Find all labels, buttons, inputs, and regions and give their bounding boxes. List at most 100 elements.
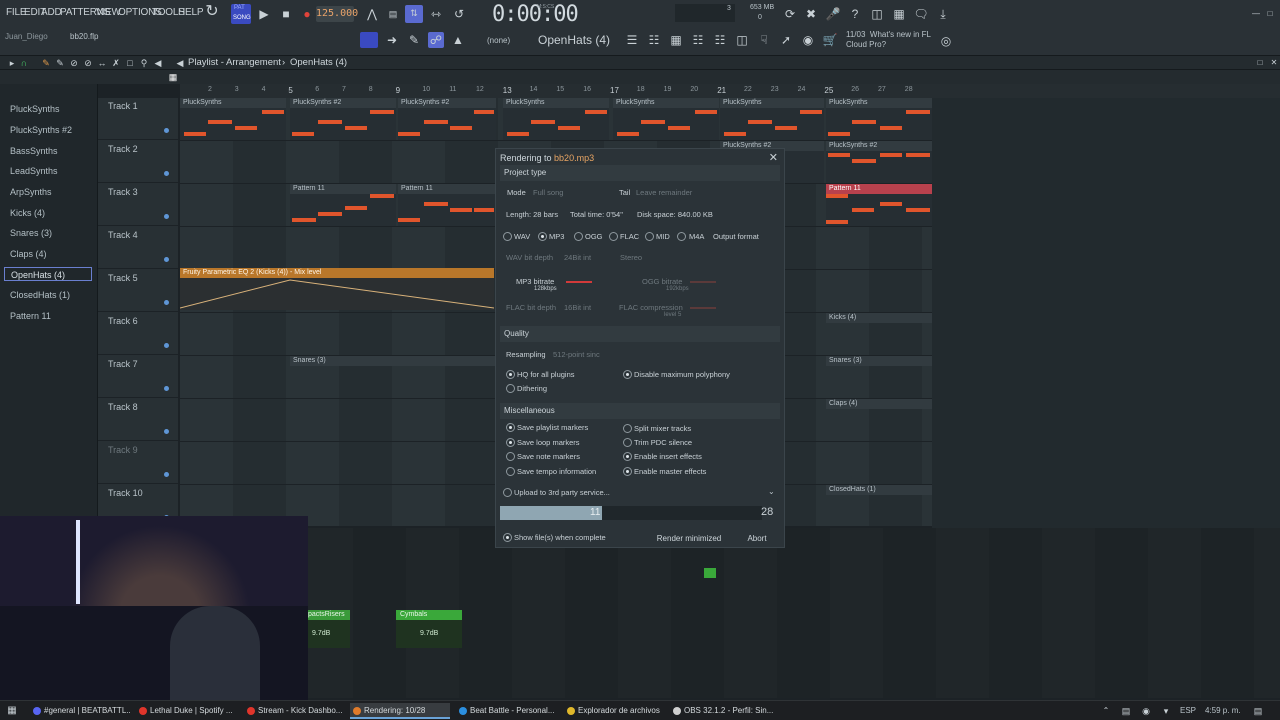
chevron-up-icon[interactable]: ⌃ bbox=[1098, 703, 1114, 719]
upload-checkbox[interactable] bbox=[503, 488, 512, 497]
wait-input-icon[interactable]: ▤ bbox=[385, 6, 401, 22]
download-icon[interactable]: ⤓ bbox=[935, 6, 951, 22]
cart-icon[interactable]: 🛒 bbox=[822, 32, 838, 48]
track-header[interactable]: Track 5 bbox=[98, 270, 178, 312]
track-header[interactable]: Track 4 bbox=[98, 227, 178, 269]
clip-plucksynths[interactable]: PluckSynths bbox=[720, 98, 824, 140]
browser-icon[interactable]: ☷ bbox=[690, 32, 706, 48]
piano-roll-icon[interactable]: ▦ bbox=[668, 32, 684, 48]
format-radio-flac[interactable] bbox=[609, 232, 618, 241]
language-indicator[interactable]: ESP bbox=[1180, 706, 1196, 715]
clip-plucksynths[interactable]: PluckSynths bbox=[503, 98, 609, 140]
windows-start-icon[interactable]: ▦ bbox=[4, 703, 20, 719]
pattern-selector[interactable]: OpenHats (4) bbox=[538, 33, 610, 47]
microphone-icon[interactable]: 🎤 bbox=[825, 6, 841, 22]
grid-icon[interactable]: ▦ bbox=[165, 69, 181, 85]
snap-selector[interactable]: (none) bbox=[487, 36, 510, 45]
format-radio-wav[interactable] bbox=[503, 232, 512, 241]
pattern-item[interactable]: ArpSynths bbox=[4, 185, 92, 199]
clip-plucksynths-2[interactable]: PluckSynths #2 bbox=[826, 141, 932, 183]
taskbar-item[interactable]: Explorador de archivos bbox=[564, 703, 664, 719]
pattern-item[interactable]: PluckSynths #2 bbox=[4, 123, 92, 137]
magnet-icon[interactable]: ∩ bbox=[16, 55, 32, 71]
clip-cymbals-body[interactable]: 9.7dB bbox=[396, 620, 462, 648]
clip-claps[interactable]: Claps (4) bbox=[826, 399, 932, 411]
format-radio-mp3[interactable] bbox=[538, 232, 547, 241]
wifi-icon[interactable]: ◉ bbox=[1138, 703, 1154, 719]
cursor-icon[interactable]: ➚ bbox=[778, 32, 794, 48]
pattern-item[interactable]: Claps (4) bbox=[4, 247, 92, 261]
save-note-markers-checkbox[interactable] bbox=[506, 452, 515, 461]
section-project-type[interactable]: Project type bbox=[500, 165, 780, 181]
link-icon[interactable]: ☍ bbox=[428, 32, 444, 48]
save-loop-markers-checkbox[interactable] bbox=[506, 438, 515, 447]
clip-pattern-11[interactable]: Pattern 11 bbox=[290, 184, 396, 226]
playlist-view-icon[interactable] bbox=[360, 32, 378, 48]
touch-icon[interactable]: ☟ bbox=[756, 32, 772, 48]
plugin-icon[interactable]: ▦ bbox=[891, 6, 907, 22]
chevron-down-icon[interactable]: ⌄ bbox=[768, 487, 775, 496]
globe-icon[interactable]: ◎ bbox=[938, 33, 954, 49]
clip-pattern-11-selected[interactable]: Pattern 11 bbox=[826, 184, 932, 226]
loop-recording-icon[interactable]: ↺ bbox=[451, 6, 467, 22]
blend-notes-icon[interactable]: ⇿ bbox=[428, 6, 444, 22]
pattern-item[interactable]: Pattern 11 bbox=[4, 309, 92, 323]
save-playlist-markers-checkbox[interactable] bbox=[506, 423, 515, 432]
clip-risers[interactable]: pactsRisers bbox=[306, 610, 350, 620]
headphone-icon[interactable]: ◉ bbox=[800, 32, 816, 48]
clip-plucksynths[interactable]: PluckSynths bbox=[826, 98, 932, 140]
clip-cymbals[interactable]: Cymbals bbox=[396, 610, 462, 620]
track-header[interactable]: Track 6 bbox=[98, 313, 178, 355]
pencil-icon[interactable]: ✎ bbox=[406, 32, 422, 48]
help-icon[interactable]: ? bbox=[847, 6, 863, 22]
playlist-close-icon[interactable]: ✕ bbox=[1266, 55, 1280, 71]
automation-clip-eq[interactable]: Fruity Parametric EQ 2 (Kicks (4)) - Mix… bbox=[180, 268, 494, 310]
clip-risers-body[interactable]: 9.7dB bbox=[306, 620, 350, 648]
play-icon[interactable]: ▶ bbox=[256, 6, 272, 22]
news-panel[interactable]: 11/03 What's new in FL Cloud Pro? bbox=[846, 30, 931, 50]
track-header[interactable]: Track 7 bbox=[98, 356, 178, 398]
format-radio-m4a[interactable] bbox=[677, 232, 686, 241]
track-header[interactable]: Track 3 bbox=[98, 184, 178, 226]
tail-select[interactable]: Leave remainder bbox=[636, 188, 692, 197]
restore-icon[interactable]: □ bbox=[1262, 6, 1278, 22]
show-files-checkbox[interactable] bbox=[503, 533, 512, 542]
wav-depth-select[interactable]: 24Bit int bbox=[564, 253, 591, 262]
clip-closedhats[interactable]: ClosedHats (1) bbox=[826, 485, 932, 497]
file-icon[interactable]: ◫ bbox=[734, 32, 750, 48]
taskbar-item[interactable]: Stream - Kick Dashbo... bbox=[244, 703, 344, 719]
pattern-item[interactable]: Snares (3) bbox=[4, 226, 92, 240]
taskbar-item[interactable]: #general | BEATBATTL... bbox=[30, 703, 130, 719]
taskbar-item[interactable]: Rendering: 10/28 bbox=[350, 703, 450, 719]
pattern-item-selected[interactable]: OpenHats (4) bbox=[4, 267, 92, 281]
dithering-checkbox[interactable] bbox=[506, 384, 515, 393]
split-mixer-checkbox[interactable] bbox=[623, 424, 632, 433]
mixer-icon[interactable]: ☰ bbox=[624, 32, 640, 48]
chat-icon[interactable]: 🗨 bbox=[913, 6, 929, 22]
refresh-icon[interactable]: ⟳ bbox=[782, 6, 798, 22]
flac-depth-select[interactable]: 16Bit int bbox=[564, 303, 591, 312]
trim-pdc-checkbox[interactable] bbox=[623, 438, 632, 447]
track-header[interactable]: Track 1 bbox=[98, 98, 178, 140]
taskbar-item[interactable]: Beat Battle - Personal... bbox=[456, 703, 556, 719]
master-effects-checkbox[interactable] bbox=[623, 467, 632, 476]
playback-icon[interactable]: ◀ bbox=[150, 55, 166, 71]
clip-plucksynths-2[interactable]: PluckSynths #2 bbox=[398, 98, 496, 140]
stereo-select[interactable]: Stereo bbox=[620, 253, 642, 262]
empty-grid-area[interactable] bbox=[932, 84, 1280, 528]
pattern-item[interactable]: PluckSynths bbox=[4, 102, 92, 116]
render-minimized-button[interactable]: Render minimized bbox=[654, 531, 724, 547]
section-miscellaneous[interactable]: Miscellaneous bbox=[500, 403, 780, 419]
mp3-bitrate-slider[interactable] bbox=[566, 281, 592, 283]
resampling-select[interactable]: 512-point sinc bbox=[553, 350, 600, 359]
section-quality[interactable]: Quality bbox=[500, 326, 780, 342]
clip-plucksynths-2[interactable]: PluckSynths #2 bbox=[290, 98, 396, 140]
metronome-icon[interactable]: ⋀ bbox=[364, 6, 380, 22]
tempo-display[interactable]: 125.000 bbox=[316, 6, 358, 22]
notification-icon[interactable]: ▤ bbox=[1250, 703, 1266, 719]
pat-song-toggle[interactable]: PAT SONG bbox=[231, 4, 251, 24]
clip-small[interactable] bbox=[704, 568, 716, 578]
close-icon[interactable]: ✕ bbox=[769, 151, 778, 164]
record-icon[interactable]: ● bbox=[299, 6, 315, 22]
pattern-item[interactable]: LeadSynths bbox=[4, 164, 92, 178]
